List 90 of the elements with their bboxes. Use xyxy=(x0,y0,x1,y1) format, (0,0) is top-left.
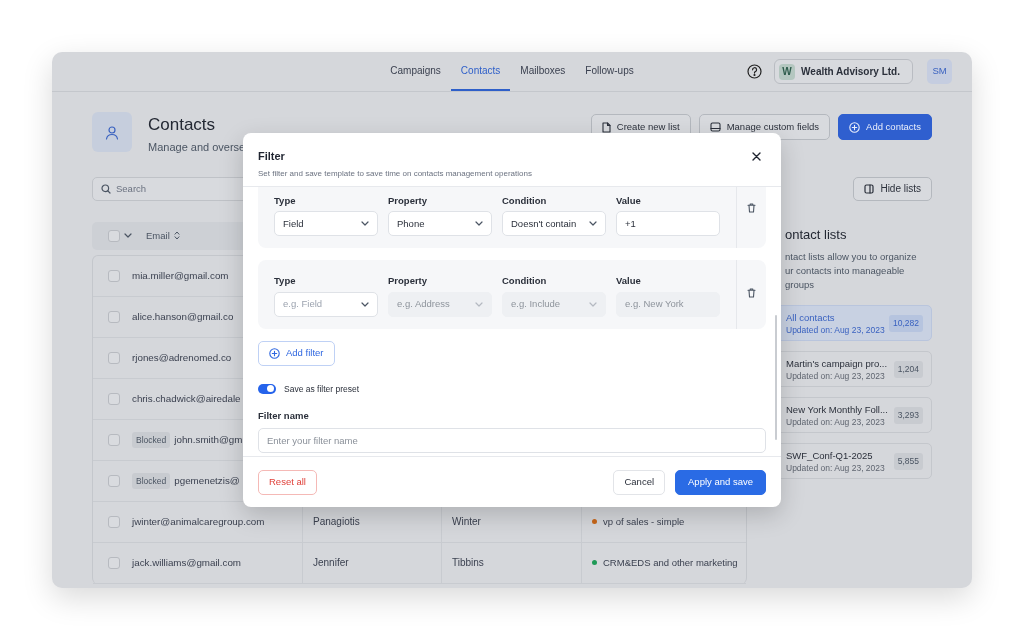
close-icon[interactable] xyxy=(752,152,761,161)
row-checkbox[interactable] xyxy=(108,351,120,364)
row-checkbox[interactable] xyxy=(108,556,120,569)
email-cell-text: alice.hanson@gmail.co xyxy=(132,309,234,324)
plus-circle-icon xyxy=(269,347,280,359)
field-label: Type xyxy=(274,274,297,289)
person-icon xyxy=(105,124,119,140)
select-all-checkbox[interactable] xyxy=(108,229,120,242)
email-cell-text: mia.miller@gmail.com xyxy=(132,268,229,283)
list-count: 10,282 xyxy=(889,315,923,332)
organization-initial: W xyxy=(779,63,796,80)
list-name: Martin's campaign pro... xyxy=(786,356,888,370)
section-description: ur contacts into manageable groups xyxy=(785,264,906,293)
list-name-cell: CRM&EDS and other marketing xyxy=(603,555,738,570)
dialog-title: Filter xyxy=(258,149,286,164)
blocked-tag: Blocked xyxy=(132,472,171,490)
row-checkbox[interactable] xyxy=(108,433,120,446)
email-cell-text: jack.williams@gmail.com xyxy=(132,555,242,570)
field-label: Condition xyxy=(502,274,548,289)
input-field[interactable]: +1 xyxy=(616,211,720,237)
section-description: ntact lists allow you to organize xyxy=(785,250,918,265)
row-checkbox[interactable] xyxy=(108,269,120,282)
column-header[interactable]: Email xyxy=(146,228,180,243)
blocked-tag: Blocked xyxy=(132,431,171,449)
row-checkbox[interactable] xyxy=(108,310,120,323)
email-cell-text: pgemenetzis@ xyxy=(174,473,240,488)
organization-button[interactable]: W Wealth Advisory Ltd. xyxy=(774,59,913,84)
list-count: 3,293 xyxy=(893,407,923,424)
last-name-cell-text: Winter xyxy=(452,515,481,530)
field-label: Filter name xyxy=(258,409,310,424)
list-updated-date: Updated on: Aug 23, 2023 xyxy=(786,461,885,475)
list-count: 5,855 xyxy=(893,453,923,470)
plus-circle-icon xyxy=(849,121,861,133)
list-name: New York Monthly Foll... xyxy=(786,402,888,416)
email-cell-text: jwinter@animalcaregroup.com xyxy=(132,514,265,529)
search-icon xyxy=(101,183,111,194)
select-field[interactable]: Field xyxy=(274,211,378,237)
panel-icon xyxy=(709,122,721,132)
user-avatar[interactable]: SM xyxy=(927,59,952,84)
chevron-down-icon xyxy=(589,301,597,307)
chevron-down-icon xyxy=(124,233,132,239)
trash-icon[interactable] xyxy=(747,203,756,213)
table-row[interactable]: jack.williams@gmail.com Jennifer Tibbins CRM&EDS and other marketing xyxy=(93,542,746,584)
email-cell-text: john.smith@gm xyxy=(174,432,243,447)
field-label: Value xyxy=(616,194,642,208)
hide-lists-button[interactable]: Hide lists xyxy=(853,176,932,201)
section-title: ontact lists xyxy=(784,225,848,244)
chevron-down-icon xyxy=(589,221,597,227)
toggle-label: Save as filter preset xyxy=(284,382,360,396)
select-field[interactable]: Phone xyxy=(388,211,492,237)
page-title: Contacts xyxy=(148,115,217,136)
select-field[interactable]: Doesn't contain xyxy=(502,211,606,237)
dialog-button[interactable]: Cancel xyxy=(613,469,666,495)
row-checkbox[interactable] xyxy=(108,392,120,405)
email-cell-text: chris.chadwick@airedale xyxy=(132,391,241,406)
row-checkbox[interactable] xyxy=(108,474,120,487)
chevron-down-icon xyxy=(475,301,483,307)
row-checkbox[interactable] xyxy=(108,515,120,528)
text-field[interactable]: Enter your filter name xyxy=(258,427,766,453)
first-name-cell-text: Jennifer xyxy=(313,556,349,571)
header-button[interactable]: Add contacts xyxy=(838,114,932,140)
email-cell-text: rjones@adrenomed.co xyxy=(132,350,232,365)
list-updated-date: Updated on: Aug 23, 2023 xyxy=(786,415,886,429)
toggle-switch[interactable] xyxy=(258,383,276,394)
field-label: Condition xyxy=(502,194,548,208)
list-name-cell: vp of sales - simple xyxy=(603,514,685,529)
add-filter-button[interactable]: Add filter xyxy=(258,340,335,366)
nav-tab[interactable]: Contacts xyxy=(450,52,511,91)
list-updated-date: Updated on: Aug 23, 2023 xyxy=(786,369,886,383)
chevron-down-icon xyxy=(475,221,483,227)
field-label: Property xyxy=(388,274,429,289)
chevron-down-icon xyxy=(361,301,369,307)
field-label: Value xyxy=(616,274,642,289)
nav-tab[interactable]: Follow-ups xyxy=(575,52,644,91)
sort-icon xyxy=(173,231,180,241)
nav-tab[interactable]: Campaigns xyxy=(380,52,451,91)
panel-icon xyxy=(864,183,875,194)
dialog-button[interactable]: Reset all xyxy=(258,469,317,495)
help-icon[interactable] xyxy=(747,64,763,79)
nav-tab[interactable]: Mailboxes xyxy=(510,52,576,91)
first-name-cell-text: Panagiotis xyxy=(313,515,360,530)
list-name: All contacts xyxy=(786,310,836,324)
list-updated-date: Updated on: Aug 23, 2023 xyxy=(786,323,885,337)
chevron-down-icon xyxy=(361,221,369,227)
trash-icon[interactable] xyxy=(747,288,756,299)
last-name-cell-text: Tibbins xyxy=(452,556,484,571)
file-icon xyxy=(601,121,611,133)
dialog-button[interactable]: Apply and save xyxy=(675,469,766,495)
list-count: 1,204 xyxy=(893,361,923,378)
list-name: SWF_Conf-Q1-2025 xyxy=(786,448,874,462)
